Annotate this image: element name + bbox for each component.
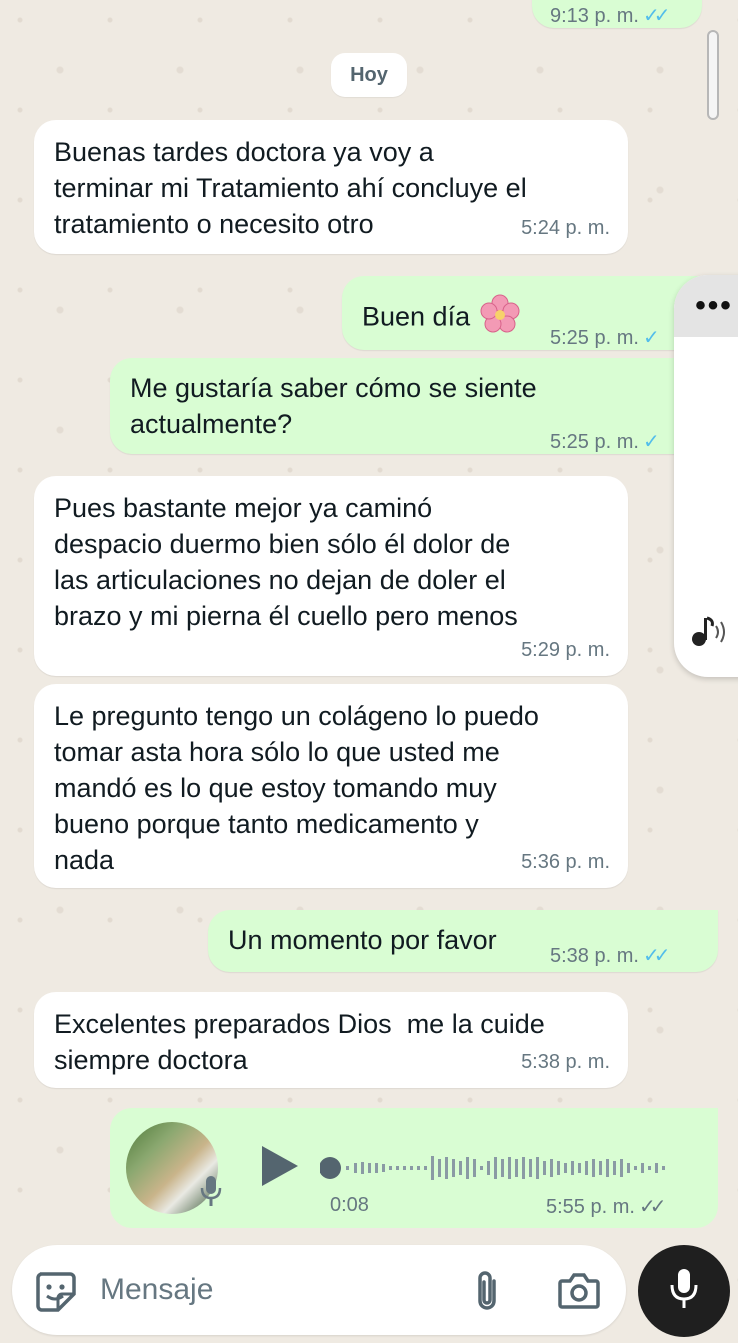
message-bubble-outgoing-prev[interactable]: 9:13 p. m. ✓✓	[532, 0, 702, 28]
sent-tick-icon: ✓	[642, 431, 660, 453]
message-time: 5:55 p. m.	[546, 1196, 635, 1218]
play-icon[interactable]	[260, 1144, 300, 1193]
sticker-icon[interactable]	[34, 1270, 76, 1317]
message-bubble-incoming[interactable]: Excelentes preparados Dios me la cuide s…	[34, 992, 628, 1088]
microphone-icon	[669, 1267, 699, 1316]
message-text: Buen día	[362, 301, 471, 332]
message-time: 5:36 p. m.	[521, 851, 610, 873]
read-ticks-icon: ✓✓	[642, 945, 670, 967]
voice-note-bubble[interactable]: 0:08 5:55 p. m. ✓✓	[110, 1108, 718, 1228]
microphone-badge-icon	[200, 1174, 222, 1213]
scrollbar[interactable]	[707, 30, 719, 120]
voice-duration: 0:08	[330, 1194, 369, 1216]
sent-tick-icon: ✓	[642, 327, 660, 349]
message-bubble-incoming[interactable]: Buenas tardes doctora ya voy a terminar …	[34, 120, 628, 254]
more-options-icon[interactable]: •••	[674, 275, 738, 337]
date-chip: Hoy	[331, 53, 407, 97]
message-time: 5:25 p. m.	[550, 327, 639, 349]
message-bubble-incoming[interactable]: Pues bastante mejor ya caminó despacio d…	[34, 476, 628, 676]
read-ticks-icon: ✓✓	[642, 5, 670, 27]
message-text: Pues bastante mejor ya caminó despacio d…	[54, 493, 518, 631]
message-bubble-outgoing[interactable]: Un momento por favor 5:38 p. m. ✓✓	[208, 910, 718, 972]
message-time: 5:38 p. m.	[521, 1051, 610, 1073]
floating-side-panel[interactable]: •••	[674, 275, 738, 677]
message-time: 5:38 p. m.	[550, 945, 639, 967]
camera-icon[interactable]	[558, 1271, 600, 1314]
message-time: 5:25 p. m.	[550, 431, 639, 453]
message-time: 5:29 p. m.	[521, 639, 610, 661]
attach-icon[interactable]	[472, 1269, 502, 1318]
message-bubble-outgoing[interactable]: Buen día 5:25 p. m. ✓	[342, 276, 718, 350]
message-text: Un momento por favor	[228, 925, 497, 955]
delivered-ticks-icon: ✓✓	[638, 1196, 666, 1218]
message-bubble-outgoing[interactable]: Me gustaría saber cómo se siente actualm…	[110, 358, 718, 454]
message-composer	[12, 1245, 626, 1335]
waveform-slider[interactable]	[319, 1151, 680, 1190]
message-time: 9:13 p. m.	[550, 5, 639, 27]
audio-playback-icon[interactable]	[690, 614, 730, 657]
message-bubble-incoming[interactable]: Le pregunto tengo un colágeno lo puedo t…	[34, 684, 628, 888]
cherry-blossom-icon	[480, 294, 520, 343]
message-time: 5:24 p. m.	[521, 217, 610, 239]
voice-record-button[interactable]	[638, 1245, 730, 1337]
message-input[interactable]	[100, 1267, 440, 1313]
